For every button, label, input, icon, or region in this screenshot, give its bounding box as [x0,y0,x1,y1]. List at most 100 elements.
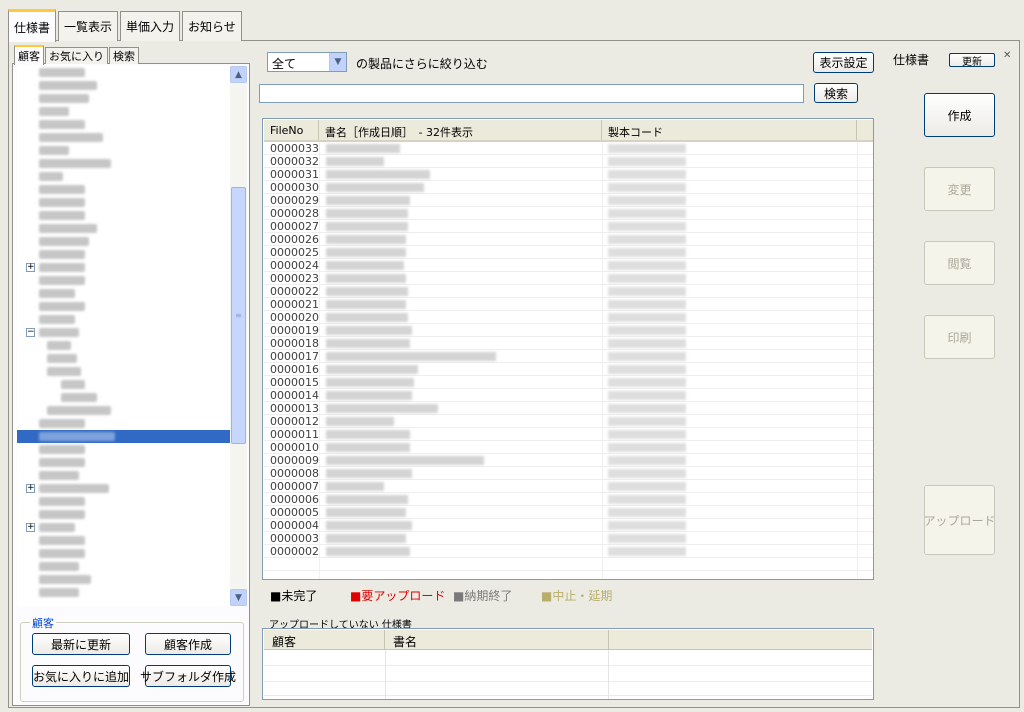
create-button[interactable]: 作成 [924,93,995,137]
tree-item[interactable]: − [17,326,230,339]
scrollbar-thumb[interactable]: ≡ [231,187,246,444]
tab-list-view[interactable]: 一覧表示 [58,11,119,41]
tree-item[interactable] [17,274,230,287]
product-filter-select[interactable]: 全て ▼ [267,52,347,72]
tree-item[interactable] [17,469,230,482]
table-row[interactable]: 0000032 [264,155,873,168]
tree-item[interactable]: + [17,482,230,495]
tree-item[interactable] [17,248,230,261]
tree-item[interactable] [17,300,230,313]
tree-scrollbar[interactable]: ▲ ≡ ▼ [230,66,247,606]
scroll-down-icon[interactable]: ▼ [230,589,247,606]
scroll-up-icon[interactable]: ▲ [230,66,247,83]
tree-item[interactable] [17,235,230,248]
tree-item[interactable] [17,183,230,196]
table-row[interactable]: 0000009 [264,454,873,467]
table-row[interactable]: 0000012 [264,415,873,428]
table-row[interactable]: 0000007 [264,480,873,493]
tree-item[interactable] [17,144,230,157]
tree-item[interactable] [17,105,230,118]
tree-item[interactable] [17,573,230,586]
tree-item-selected[interactable] [17,430,230,443]
tree-item[interactable] [17,378,230,391]
table-row[interactable]: 0000024 [264,259,873,272]
tab-notice[interactable]: お知らせ [182,11,242,41]
tree-item[interactable] [17,365,230,378]
table-row[interactable]: 0000022 [264,285,873,298]
tree-item[interactable] [17,196,230,209]
table-row[interactable]: 0000023 [264,272,873,285]
table-row[interactable]: 0000006 [264,493,873,506]
update-button[interactable]: 更新 [949,53,995,68]
search-input[interactable] [259,84,804,103]
tree-item[interactable] [17,391,230,404]
column-header-fileno[interactable]: FileNo [264,120,319,140]
minus-icon[interactable]: − [26,328,35,337]
create-customer-button[interactable]: 顧客作成 [145,633,231,655]
tree-item[interactable] [17,118,230,131]
table-row[interactable]: 0000011 [264,428,873,441]
table-row[interactable]: 0000005 [264,506,873,519]
tab-customer[interactable]: 顧客 [14,45,44,65]
upload-button[interactable]: アップロード [924,485,996,555]
tree-item[interactable] [17,313,230,326]
table-row[interactable]: 0000017 [264,350,873,363]
table-row[interactable]: 0000030 [264,181,873,194]
column-header-customer[interactable]: 顧客 [264,630,385,650]
table-row[interactable]: 0000008 [264,467,873,480]
tree-item[interactable] [17,586,230,599]
table-row[interactable]: 0000014 [264,389,873,402]
tree-item[interactable] [17,534,230,547]
print-button[interactable]: 印刷 [924,315,995,359]
table-row[interactable]: 0000002 [264,545,873,558]
tree-item[interactable] [17,170,230,183]
tree-item[interactable] [17,508,230,521]
chevron-down-icon[interactable]: ▼ [329,53,346,71]
display-settings-button[interactable]: 表示設定 [813,52,874,73]
refresh-latest-button[interactable]: 最新に更新 [32,633,130,655]
table-row[interactable]: 0000010 [264,441,873,454]
table-row[interactable]: 0000016 [264,363,873,376]
tree-item[interactable] [17,456,230,469]
tree-item[interactable] [17,157,230,170]
tree-item[interactable] [17,287,230,300]
table-row[interactable]: 0000027 [264,220,873,233]
tree-item[interactable] [17,222,230,235]
not-uploaded-grid[interactable]: 顧客 書名 [262,628,874,700]
tree-item[interactable]: + [17,261,230,274]
table-row[interactable]: 0000019 [264,324,873,337]
table-row[interactable]: 0000026 [264,233,873,246]
plus-icon[interactable]: + [26,484,35,493]
plus-icon[interactable]: + [26,523,35,532]
change-button[interactable]: 変更 [924,167,995,211]
table-row[interactable]: 0000029 [264,194,873,207]
tab-search[interactable]: 検索 [109,47,139,64]
column-header-title[interactable]: 書名［作成日順］ - 32件表示 [319,120,602,140]
column-header-book-title[interactable]: 書名 [385,630,609,650]
table-row[interactable]: 0000020 [264,311,873,324]
tree-item[interactable] [17,92,230,105]
plus-icon[interactable]: + [26,263,35,272]
tree-item[interactable] [17,339,230,352]
tree-item[interactable] [17,495,230,508]
tab-unit-price[interactable]: 単価入力 [120,11,181,41]
spec-list[interactable]: FileNo 書名［作成日順］ - 32件表示 製本コード 0000033 000… [262,118,874,580]
tree-item[interactable]: + [17,521,230,534]
tree-item[interactable] [17,131,230,144]
close-icon[interactable]: ✕ [1003,50,1011,61]
tree-item[interactable] [17,209,230,222]
table-row[interactable]: 0000015 [264,376,873,389]
tree-item[interactable] [17,560,230,573]
table-row[interactable]: 0000004 [264,519,873,532]
tree-item[interactable] [17,404,230,417]
column-header-binding-code[interactable]: 製本コード [602,120,857,140]
table-row[interactable]: 0000003 [264,532,873,545]
view-button[interactable]: 閲覧 [924,241,995,285]
tree-item[interactable] [17,66,230,79]
table-row[interactable]: 0000018 [264,337,873,350]
create-subfolder-button[interactable]: サブフォルダ作成 [140,665,236,687]
customer-tree[interactable]: + − + + [17,66,230,606]
tree-item[interactable] [17,417,230,430]
table-row[interactable]: 0000013 [264,402,873,415]
table-row[interactable]: 0000025 [264,246,873,259]
